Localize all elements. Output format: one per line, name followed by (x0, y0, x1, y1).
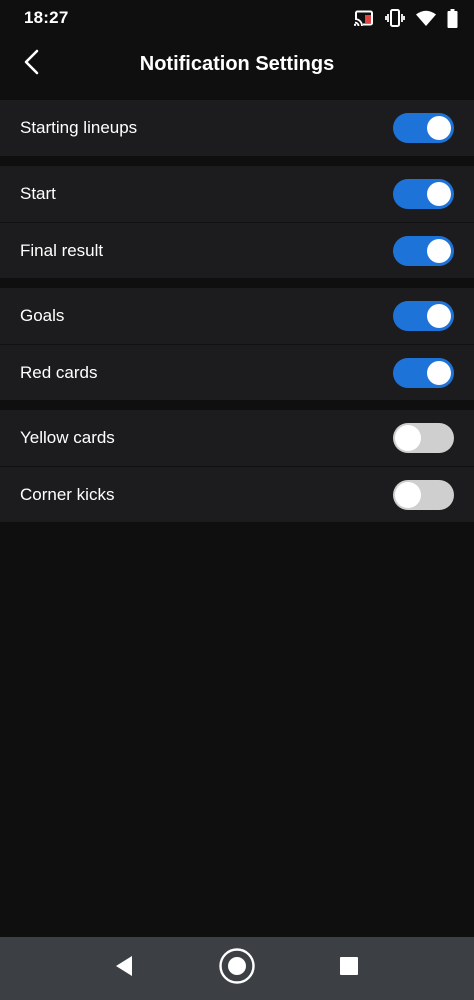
setting-label: Goals (20, 306, 65, 325)
setting-row-starting-lineups[interactable]: Starting lineups (0, 100, 474, 156)
status-icons (354, 8, 458, 28)
toggle-goals[interactable] (393, 301, 454, 331)
setting-label: Corner kicks (20, 484, 115, 504)
system-nav-bar (0, 937, 474, 1000)
status-bar: 18:27 (0, 0, 474, 36)
setting-row-goals[interactable]: Goals (0, 288, 474, 344)
cast-icon (354, 10, 374, 27)
setting-label: Red cards (20, 362, 98, 382)
setting-row-start[interactable]: Start (0, 166, 474, 222)
toggle-yellow-cards[interactable] (393, 423, 454, 453)
status-time: 18:27 (24, 8, 69, 27)
toggle-knob (427, 304, 451, 328)
setting-label: Start (20, 184, 56, 203)
setting-row-final-result[interactable]: Final result (0, 222, 474, 278)
settings-group-match: Start Final result (0, 166, 474, 278)
nav-recents-button[interactable] (319, 937, 379, 1000)
toggle-final-result[interactable] (393, 235, 454, 266)
setting-label: Final result (20, 240, 104, 260)
settings-group-events: Goals Red cards (0, 288, 474, 400)
setting-row-corner-kicks[interactable]: Corner kicks (0, 466, 474, 522)
toggle-corner-kicks[interactable] (393, 479, 454, 510)
page-title: Notification Settings (139, 52, 335, 75)
wifi-icon (416, 10, 436, 26)
toggle-knob (427, 116, 451, 140)
setting-row-red-cards[interactable]: Red cards (0, 344, 474, 400)
battery-icon (447, 8, 458, 28)
chevron-left-icon (22, 49, 42, 80)
back-button[interactable] (14, 46, 50, 82)
toggle-start[interactable] (393, 179, 454, 209)
settings-group-other: Yellow cards Corner kicks (0, 410, 474, 522)
recents-square-icon (339, 956, 359, 981)
back-triangle-icon (114, 955, 134, 982)
toggle-red-cards[interactable] (393, 357, 454, 388)
setting-label: Yellow cards (20, 428, 115, 447)
vibrate-icon (385, 9, 405, 27)
toggle-knob (427, 360, 451, 385)
home-circle-icon (218, 947, 256, 990)
setting-label: Starting lineups (20, 118, 138, 137)
nav-back-button[interactable] (94, 937, 154, 1000)
toggle-starting-lineups[interactable] (393, 113, 454, 143)
nav-home-button[interactable] (207, 937, 267, 1000)
settings-list: Starting lineups Start Final result Goal… (0, 100, 474, 532)
toggle-knob (395, 481, 421, 508)
toggle-knob (427, 182, 451, 206)
screen: 18:27 Notification Settings Starting lin… (0, 0, 474, 1000)
toggle-knob (427, 238, 451, 263)
setting-row-yellow-cards[interactable]: Yellow cards (0, 410, 474, 466)
app-bar: Notification Settings (0, 36, 474, 92)
toggle-knob (395, 425, 421, 451)
settings-group-lineups: Starting lineups (0, 100, 474, 156)
